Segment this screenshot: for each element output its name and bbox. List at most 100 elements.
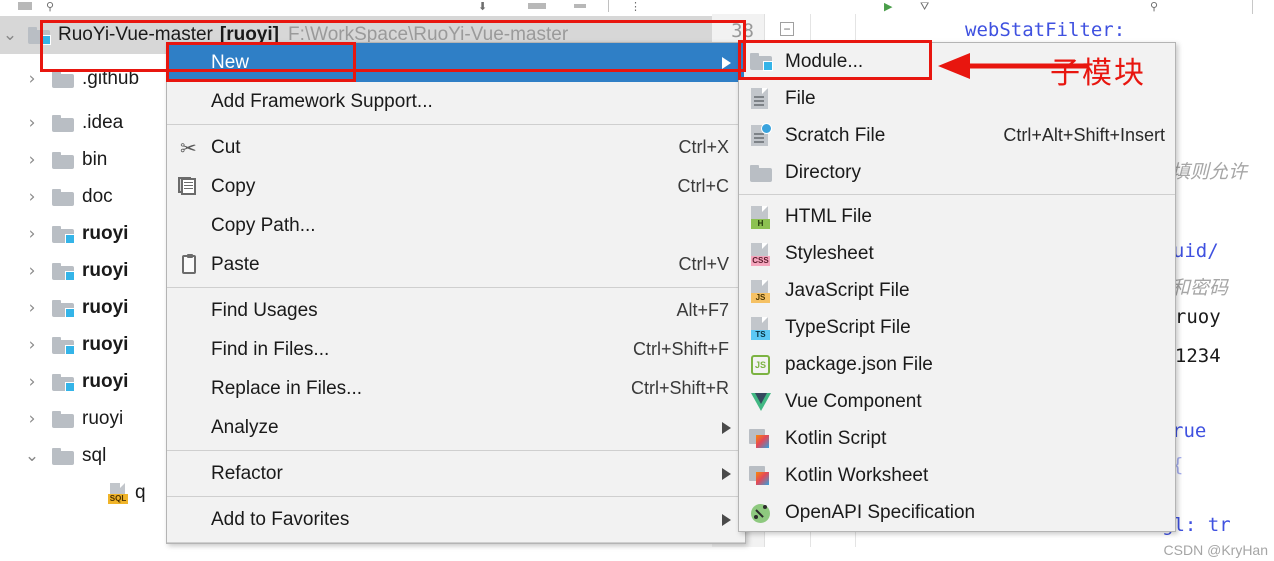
line-number: 38 [731,20,754,42]
submenu-item-package-json-file[interactable]: JS package.json File [739,346,1175,383]
kotlin-icon [747,427,777,451]
tree-item-label: doc [82,186,113,207]
tree-item-label: ruoyi [82,334,129,355]
menu-item-label: Paste [211,253,260,275]
folder-icon [52,447,74,465]
submenu-item-shortcut: Ctrl+Alt+Shift+Insert [1003,125,1165,145]
chevron-right-icon[interactable]: › [22,187,42,207]
menu-item-copy[interactable]: Copy Ctrl+C [167,167,745,206]
submenu-item-label: Kotlin Worksheet [785,464,929,486]
menu-separator [167,287,745,288]
sql-file-icon: SQL [108,482,128,504]
submenu-item-typescript-file[interactable]: TS TypeScript File [739,309,1175,346]
openapi-icon [747,501,777,525]
tree-item-label: sql [82,445,107,466]
submenu-item-directory[interactable]: Directory [739,154,1175,191]
html-file-icon: H [747,205,777,229]
tree-item-label: q [135,482,146,503]
module-folder-icon [52,299,75,318]
menu-item-new[interactable]: New [167,43,745,82]
js-file-icon: JS [747,279,777,303]
module-folder-icon [52,262,75,281]
menu-item-shortcut: Ctrl+Shift+F [632,339,729,359]
menu-item-shortcut: Ctrl+X [678,137,729,157]
menu-item-find-usages[interactable]: Find Usages Alt+F7 [167,291,745,330]
file-type-tag: TS [751,329,770,340]
collapse-icon[interactable] [528,3,546,9]
chevron-right-icon[interactable]: › [22,409,42,429]
menu-icon-placeholder [177,338,205,362]
submenu-item-vue-component[interactable]: Vue Component [739,383,1175,420]
tree-item-label: ruoyi [82,260,129,281]
menu-item-copy-path[interactable]: Copy Path... [167,206,745,245]
menu-item-label: Copy [211,175,256,197]
submenu-item-kotlin-worksheet[interactable]: Kotlin Worksheet [739,457,1175,494]
chevron-right-icon[interactable]: › [22,224,42,244]
more-icon[interactable]: ⋮ [630,1,641,13]
pin-icon[interactable]: ⚲ [46,1,54,13]
menu-item-analyze[interactable]: Analyze [167,408,745,447]
module-folder-icon [52,373,75,392]
settings-icon[interactable] [574,4,586,8]
menu-separator [167,124,745,125]
sql-file-tag: SQL [108,493,128,504]
search-icon[interactable]: ⚲ [1150,1,1158,13]
menu-item-label: Analyze [211,416,279,438]
chevron-right-icon[interactable]: › [22,69,42,89]
submenu-item-stylesheet[interactable]: CSS Stylesheet [739,235,1175,272]
submenu-item-html-file[interactable]: H HTML File [739,198,1175,235]
menu-item-label: Replace in Files... [211,377,363,399]
css-file-icon: CSS [747,242,777,266]
chevron-right-icon[interactable]: › [22,261,42,281]
toolbar-divider [608,0,609,12]
code-line: rue [1172,420,1207,442]
chevron-right-icon[interactable]: › [22,372,42,392]
submenu-item-kotlin-script[interactable]: Kotlin Script [739,420,1175,457]
download-icon[interactable]: ⬇ [478,1,487,13]
menu-icon-placeholder [177,462,205,486]
chevron-right-icon[interactable]: › [22,298,42,318]
chevron-right-icon[interactable]: › [22,335,42,355]
minimize-icon[interactable] [18,2,32,10]
chevron-right-icon[interactable]: › [22,113,42,133]
submenu-item-label: Kotlin Script [785,427,887,449]
menu-item-find-in-files[interactable]: Find in Files... Ctrl+Shift+F [167,330,745,369]
menu-item-add-to-favorites[interactable]: Add to Favorites [167,500,745,539]
submenu-item-openapi-specification[interactable]: OpenAPI Specification [739,494,1175,531]
chevron-down-icon[interactable]: ⌄ [22,446,42,466]
menu-item-replace-in-files[interactable]: Replace in Files... Ctrl+Shift+R [167,369,745,408]
menu-item-refactor[interactable]: Refactor [167,454,745,493]
new-submenu[interactable]: Module... File Scratch File Ctrl+Alt+Shi… [738,42,1176,532]
ide-screenshot-root: ⚲ ⬇ ⋮ ▶ ⛛ ⚲ ⌄ RuoYi-Vue-master [ruoyi] F… [0,0,1274,561]
code-fold-marker[interactable]: − [780,22,794,36]
menu-item-label: Cut [211,136,241,158]
folder-icon [52,410,74,428]
chevron-down-icon[interactable]: ⌄ [0,25,20,45]
context-menu[interactable]: New Add Framework Support... ✂ Cut Ctrl+… [166,42,746,544]
nodejs-icon: JS [747,353,777,377]
debug-icon[interactable]: ⛛ [920,1,929,13]
kotlin-icon [747,464,777,488]
submenu-item-javascript-file[interactable]: JS JavaScript File [739,272,1175,309]
menu-item-add-framework-support[interactable]: Add Framework Support... [167,82,745,121]
menu-item-cut[interactable]: ✂ Cut Ctrl+X [167,128,745,167]
menu-icon-placeholder [177,508,205,532]
tree-item-label: ruoyi [82,408,124,429]
folder-icon [747,161,777,185]
menu-item-paste[interactable]: Paste Ctrl+V [167,245,745,284]
submenu-item-label: File [785,87,816,109]
chevron-right-icon[interactable]: › [22,150,42,170]
menu-item-shortcut: Ctrl+C [677,176,729,196]
submenu-item-label: JavaScript File [785,279,910,301]
module-folder-icon [52,225,75,244]
module-folder-icon [747,50,777,74]
run-icon[interactable]: ▶ [884,1,892,13]
tree-item-label: ruoyi [82,297,129,318]
submenu-item-scratch-file[interactable]: Scratch File Ctrl+Alt+Shift+Insert [739,117,1175,154]
submenu-item-label: Stylesheet [785,242,874,264]
menu-icon-placeholder [177,299,205,323]
tree-item-label: ruoyi [82,223,129,244]
code-line: webStatFilter: [965,19,1126,41]
menu-separator [167,450,745,451]
folder-icon [52,188,74,206]
